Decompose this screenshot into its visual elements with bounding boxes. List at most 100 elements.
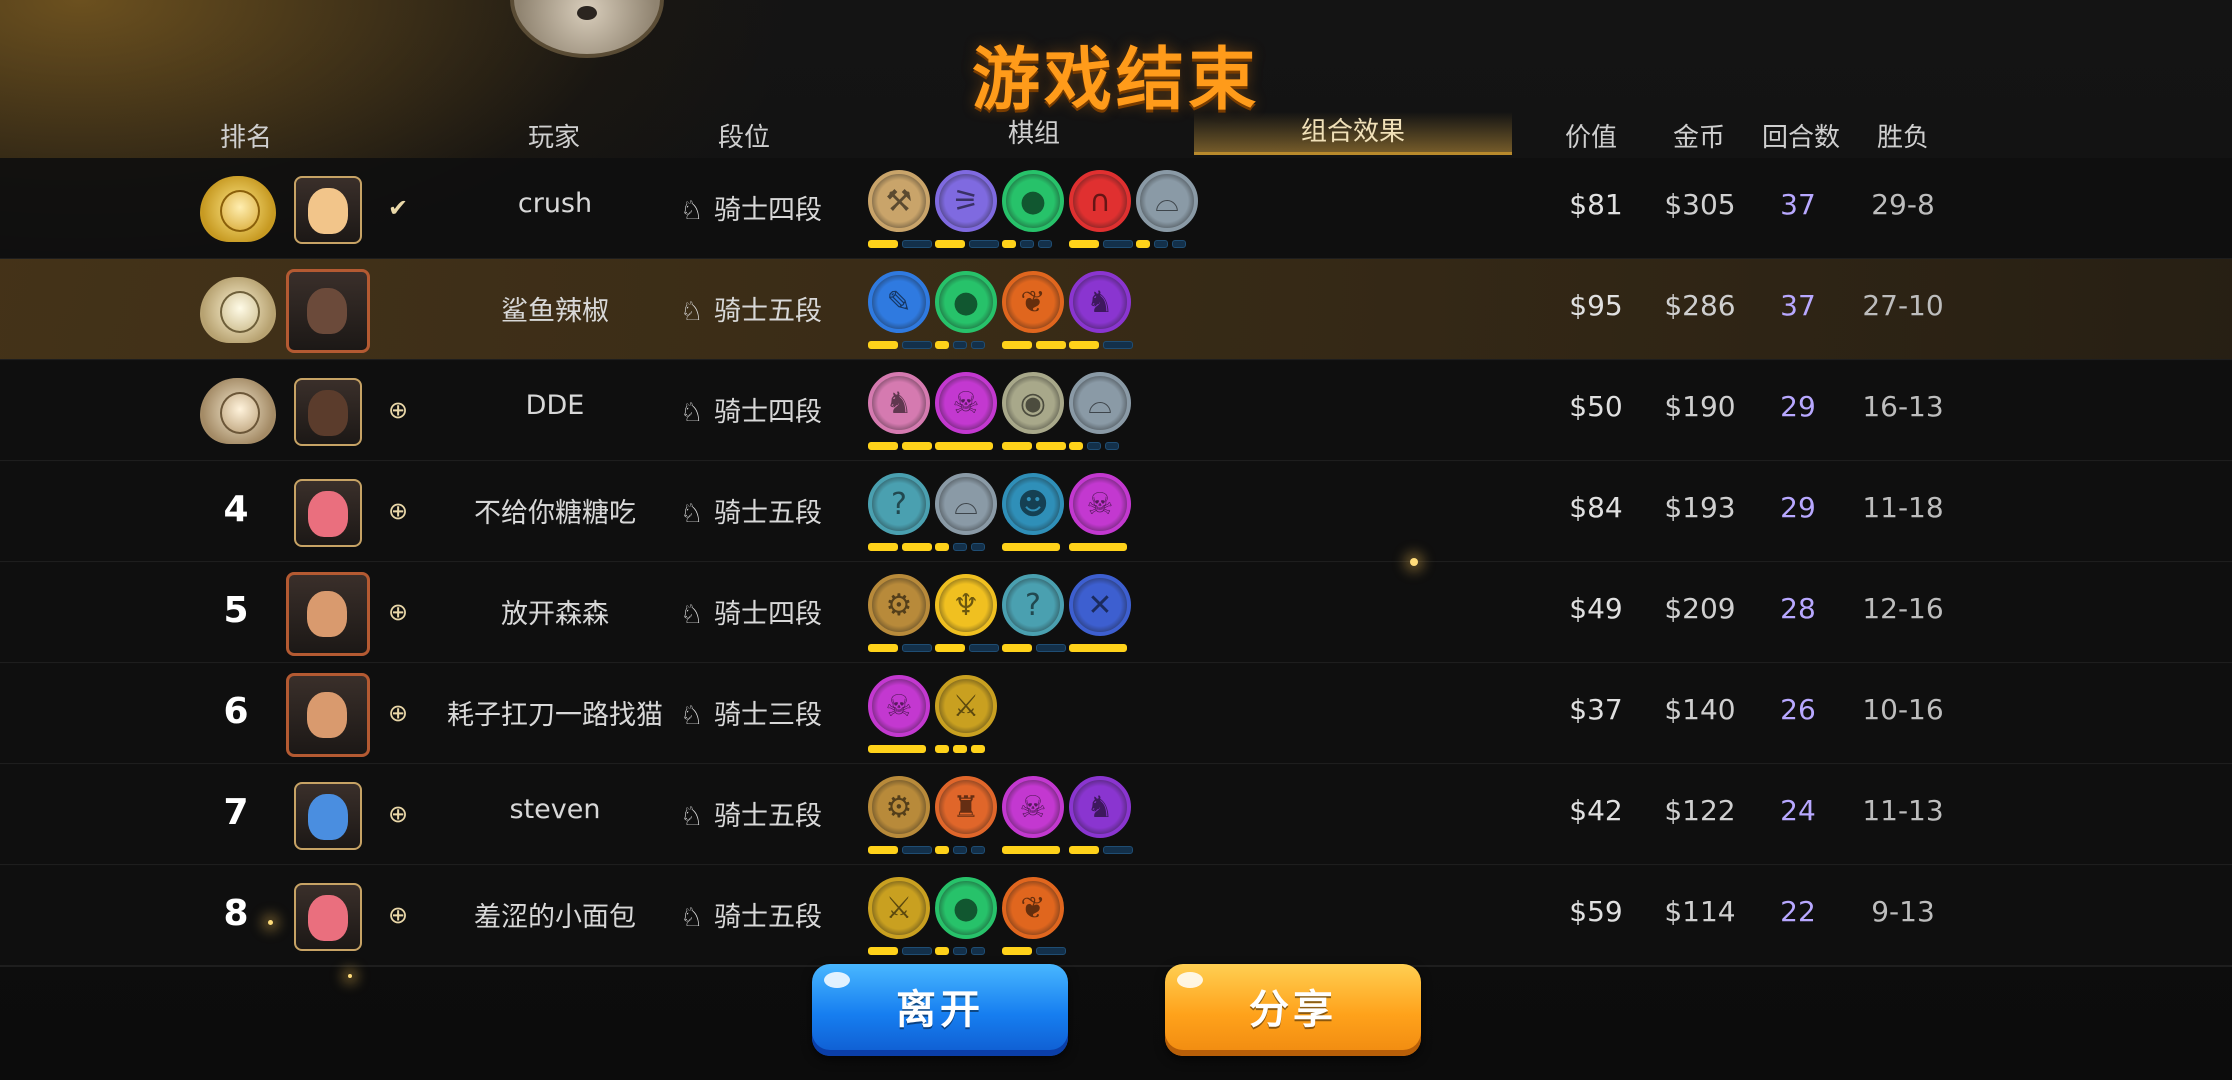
paw-icon[interactable]: ● xyxy=(935,877,997,939)
pumpkin-icon[interactable]: ☻ xyxy=(1002,473,1064,535)
god-icon[interactable]: ♆ xyxy=(935,574,997,636)
progress-segment xyxy=(935,644,965,652)
paw-icon[interactable]: ● xyxy=(1002,170,1064,232)
synergy-progress xyxy=(868,644,932,652)
player-gold: $140 xyxy=(1664,693,1736,726)
staff-icon[interactable]: ? xyxy=(1002,574,1064,636)
ogre-icon[interactable]: ♜ xyxy=(935,776,997,838)
progress-segment xyxy=(902,442,932,450)
elf-warrior-avatar[interactable] xyxy=(286,673,370,757)
player-row[interactable]: ✔ crush ♘ 骑士四段 ⚒ ⚞ ● ∩ ⌓ $81 $305 37 29-8 xyxy=(0,158,2232,260)
arc-icon[interactable]: ∩ xyxy=(1069,170,1131,232)
daggers-icon[interactable]: ⚔ xyxy=(935,675,997,737)
avatar-portrait xyxy=(308,390,348,436)
pink-ogre-avatar[interactable] xyxy=(294,479,362,547)
header-combo-tab[interactable]: 组合效果 xyxy=(1194,112,1512,155)
knight-piece-icon[interactable]: ♞ xyxy=(868,372,930,434)
synergy-progress xyxy=(1069,341,1133,349)
add-friend-icon[interactable]: ⊕ xyxy=(384,598,412,626)
blue-bird-avatar[interactable] xyxy=(294,782,362,850)
sparkle-decoration xyxy=(348,974,352,978)
header-pieces-tab[interactable]: 棋组 xyxy=(984,114,1084,154)
player-row[interactable]: ⊕ DDE ♘ 骑士四段 ♞ ☠ ◉ ⌓ $50 $190 29 16-13 xyxy=(0,360,2232,462)
progress-segment xyxy=(1069,644,1127,652)
gear-icon[interactable]: ⚙ xyxy=(868,574,930,636)
skull-icon[interactable]: ☠ xyxy=(1069,473,1131,535)
add-friend-icon[interactable]: ⊕ xyxy=(384,699,412,727)
pink-ogre-avatar[interactable] xyxy=(294,883,362,951)
player-value: $81 xyxy=(1569,188,1623,221)
fish-bone-icon[interactable]: ⚞ xyxy=(935,170,997,232)
player-row[interactable]: 5 ⊕ 放开森森 ♘ 骑士四段 ⚙ ♆? ✕ $49 $209 28 12-16 xyxy=(0,562,2232,664)
progress-segment xyxy=(1103,341,1133,349)
player-rounds: 24 xyxy=(1780,794,1816,827)
gear-icon[interactable]: ⚙ xyxy=(868,776,930,838)
share-button[interactable]: 分享 xyxy=(1165,964,1421,1056)
progress-segment xyxy=(868,947,898,955)
silver-medal-icon xyxy=(200,277,276,343)
progress-segment xyxy=(1020,240,1034,248)
avatar-portrait xyxy=(308,794,348,840)
add-friend-icon[interactable]: ⊕ xyxy=(384,901,412,929)
progress-segment xyxy=(1036,442,1066,450)
player-name: 不给你糖糖吃 xyxy=(474,498,636,529)
synergy-progress xyxy=(935,341,985,349)
progress-segment xyxy=(953,341,967,349)
helmet-icon[interactable]: ⌓ xyxy=(1069,372,1131,434)
player-name: 羞涩的小面包 xyxy=(474,902,636,933)
skull-icon[interactable]: ☠ xyxy=(868,675,930,737)
demon-icon[interactable]: ♞ xyxy=(1069,271,1131,333)
add-friend-icon[interactable]: ⊕ xyxy=(384,396,412,424)
player-tier: ♘ 骑士四段 xyxy=(680,188,860,227)
player-row[interactable]: 4 ⊕ 不给你糖糖吃 ♘ 骑士五段? ⌓ ☻ ☠ $84 $193 29 11-18 xyxy=(0,461,2232,563)
progress-segment xyxy=(1105,442,1119,450)
paw-icon[interactable]: ● xyxy=(935,271,997,333)
synergy-progress xyxy=(868,543,932,551)
knight-rank-icon: ♘ xyxy=(680,802,704,832)
player-rounds: 28 xyxy=(1780,592,1816,625)
knight-rank-icon: ♘ xyxy=(680,499,704,529)
rank-number: 8 xyxy=(223,893,249,934)
leave-button[interactable]: 离开 xyxy=(812,964,1068,1056)
dwarf-avatar[interactable] xyxy=(294,378,362,446)
player-row[interactable]: 6 ⊕ 耗子扛刀一路找猫 ♘ 骑士三段 ☠ ⚔ $37 $140 26 10-16 xyxy=(0,663,2232,765)
header-gold: 金币 xyxy=(1672,123,1725,153)
synergy-progress xyxy=(935,543,985,551)
player-rounds: 29 xyxy=(1780,491,1816,524)
progress-segment xyxy=(1036,644,1066,652)
player-row[interactable]: 7 ⊕ steven ♘ 骑士五段 ⚙ ♜ ☠ ♞ $42 $122 24 11-13 xyxy=(0,764,2232,866)
player-winloss: 9-13 xyxy=(1871,895,1935,928)
elf-warrior-avatar[interactable] xyxy=(286,572,370,656)
header-player: 玩家 xyxy=(527,123,580,153)
staff-icon[interactable]: ? xyxy=(868,473,930,535)
add-friend-icon[interactable]: ⊕ xyxy=(384,800,412,828)
boar-warrior-avatar[interactable] xyxy=(286,269,370,353)
skull-icon[interactable]: ☠ xyxy=(1002,776,1064,838)
skull-icon[interactable]: ☠ xyxy=(935,372,997,434)
crossed-blades-icon[interactable]: ✕ xyxy=(1069,574,1131,636)
player-rounds: 37 xyxy=(1780,188,1816,221)
leaf-icon[interactable]: ❦ xyxy=(1002,271,1064,333)
medal-face-icon xyxy=(220,291,260,333)
progress-segment xyxy=(1036,947,1066,955)
leaf-icon[interactable]: ❦ xyxy=(1002,877,1064,939)
bronze-medal-icon xyxy=(200,378,276,444)
axe-icon[interactable]: ⚒ xyxy=(868,170,930,232)
helmet-icon[interactable]: ⌓ xyxy=(1136,170,1198,232)
page-title: 游戏结束 xyxy=(971,41,1260,120)
elf-girl-avatar[interactable] xyxy=(294,176,362,244)
helmet-icon[interactable]: ⌓ xyxy=(935,473,997,535)
player-tier: ♘ 骑士五段 xyxy=(680,895,860,934)
player-value: $95 xyxy=(1569,289,1623,322)
daggers-icon[interactable]: ⚔ xyxy=(868,877,930,939)
feather-icon[interactable]: ✎ xyxy=(868,271,930,333)
owl-icon[interactable]: ◉ xyxy=(1002,372,1064,434)
demon-icon[interactable]: ♞ xyxy=(1069,776,1131,838)
player-row[interactable]: 8 ⊕ 羞涩的小面包 ♘ 骑士五段 ⚔ ● ❦ $59 $114 22 9-13 xyxy=(0,865,2232,967)
player-row[interactable]: 鲨鱼辣椒 ♘ 骑士五段 ✎ ● ❦ ♞ $95 $286 37 27-10 xyxy=(0,259,2232,361)
player-name: crush xyxy=(517,188,593,219)
player-tier: ♘ 骑士五段 xyxy=(680,289,860,328)
player-rounds: 22 xyxy=(1780,895,1816,928)
add-friend-icon[interactable]: ⊕ xyxy=(384,497,412,525)
progress-segment xyxy=(935,846,949,854)
